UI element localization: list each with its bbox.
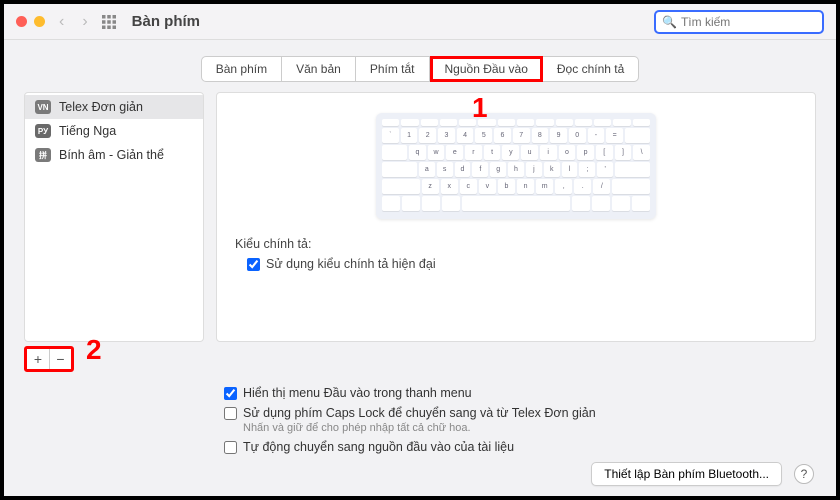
spelling-option-label: Sử dụng kiểu chính tả hiện đại (266, 257, 436, 271)
option-sublabel: Nhấn và giữ để cho phép nhập tất cả chữ … (243, 422, 596, 434)
source-item-telex[interactable]: VN Telex Đơn giản (25, 95, 203, 119)
minimize-icon[interactable] (34, 16, 45, 27)
panel: VN Telex Đơn giản РУ Tiếng Nga 拼 Bính âm… (24, 92, 816, 342)
option-label: Sử dụng phím Caps Lock để chuyển sang và… (243, 406, 596, 420)
tab-bar: Bàn phím Văn bản Phím tắt Nguồn Đầu vào … (24, 56, 816, 82)
source-label: Telex Đơn giản (59, 100, 143, 114)
checkbox[interactable] (224, 441, 237, 454)
back-button[interactable]: ‹ (55, 13, 68, 31)
option-label: Hiển thị menu Đầu vào trong thanh menu (243, 386, 472, 400)
search-input[interactable] (681, 15, 816, 29)
title-bar: ‹ › Bàn phím 🔍 (4, 4, 836, 40)
grid-icon[interactable] (102, 15, 116, 29)
window-controls (16, 16, 45, 27)
content-area: Bàn phím Văn bản Phím tắt Nguồn Đầu vào … (4, 40, 836, 470)
bluetooth-keyboard-button[interactable]: Thiết lập Bàn phím Bluetooth... (591, 462, 782, 486)
spelling-checkbox-row[interactable]: Sử dụng kiểu chính tả hiện đại (235, 257, 797, 271)
source-icon: VN (35, 100, 51, 114)
keyboard-preview: `1234567890-=qwertyuiop[]\asdfghjkl;'zxc… (376, 113, 656, 219)
source-item-pinyin[interactable]: 拼 Bính âm - Giản thể (25, 143, 203, 167)
checkbox[interactable] (224, 387, 237, 400)
source-label: Bính âm - Giản thể (59, 148, 164, 162)
tab-keyboard[interactable]: Bàn phím (201, 56, 282, 82)
source-label: Tiếng Nga (59, 124, 116, 138)
spelling-section: Kiểu chính tả: Sử dụng kiểu chính tả hiệ… (235, 237, 797, 271)
source-icon: РУ (35, 124, 51, 138)
search-icon: 🔍 (662, 15, 677, 29)
option-capslock-switch[interactable]: Sử dụng phím Caps Lock để chuyển sang và… (224, 406, 816, 434)
tab-shortcuts[interactable]: Phím tắt (356, 56, 430, 82)
add-source-button[interactable]: + (27, 349, 49, 369)
help-button[interactable]: ? (794, 464, 814, 484)
tab-dictation[interactable]: Đọc chính tả (543, 56, 639, 82)
input-sources-list: VN Telex Đơn giản РУ Tiếng Nga 拼 Bính âm… (24, 92, 204, 342)
option-auto-switch[interactable]: Tự động chuyển sang nguồn đầu vào của tà… (224, 440, 816, 454)
tab-text[interactable]: Văn bản (282, 56, 356, 82)
source-preview: `1234567890-=qwertyuiop[]\asdfghjkl;'zxc… (216, 92, 816, 342)
spelling-checkbox[interactable] (247, 258, 260, 271)
tab-input-sources[interactable]: Nguồn Đầu vào (430, 56, 543, 82)
footer: Thiết lập Bàn phím Bluetooth... ? (591, 462, 814, 486)
search-field[interactable]: 🔍 (654, 10, 824, 34)
add-remove-source: + − (24, 346, 74, 372)
option-label: Tự động chuyển sang nguồn đầu vào của tà… (243, 440, 514, 454)
option-show-input-menu[interactable]: Hiển thị menu Đầu vào trong thanh menu (224, 386, 816, 400)
source-icon: 拼 (35, 148, 51, 162)
checkbox[interactable] (224, 407, 237, 420)
close-icon[interactable] (16, 16, 27, 27)
remove-source-button[interactable]: − (49, 349, 71, 369)
source-item-russian[interactable]: РУ Tiếng Nga (25, 119, 203, 143)
spelling-heading: Kiểu chính tả: (235, 237, 797, 251)
window-title: Bàn phím (132, 13, 200, 30)
options-section: Hiển thị menu Đầu vào trong thanh menu S… (224, 386, 816, 454)
window-frame: ‹ › Bàn phím 🔍 Bàn phím Văn bản Phím tắt… (0, 0, 840, 500)
forward-button[interactable]: › (78, 13, 91, 31)
